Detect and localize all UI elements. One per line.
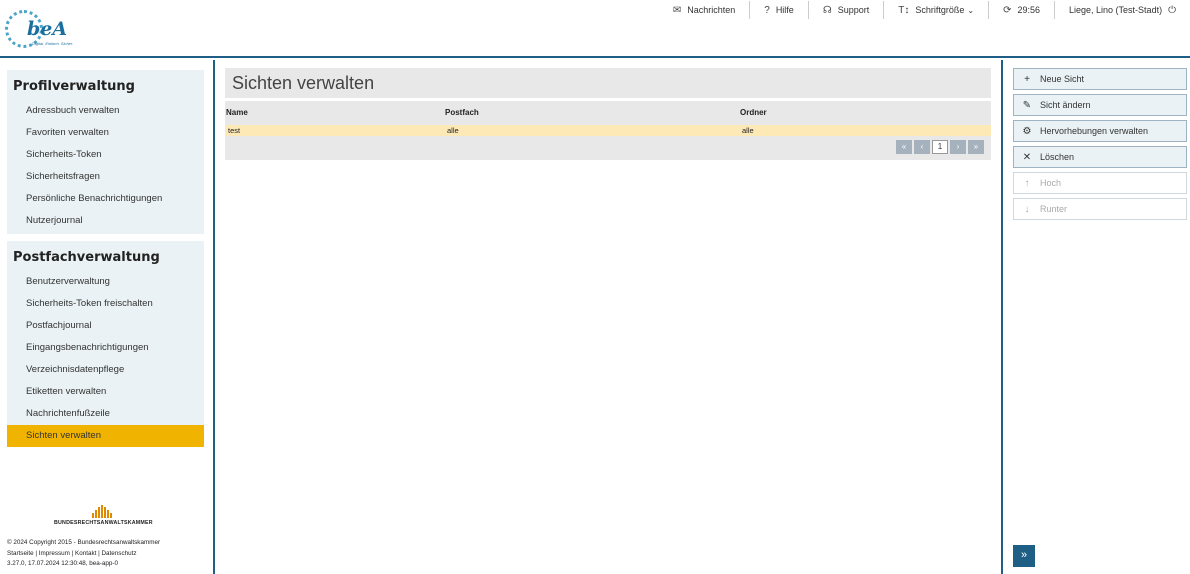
delete-label: Löschen	[1040, 152, 1075, 162]
brak-logo: BUNDESRECHTSANWALTSKAMMER	[54, 505, 158, 529]
font-size-icon: T↕	[898, 4, 910, 16]
chevron-down-icon: ⌄	[967, 5, 975, 15]
delete-button[interactable]: ✕ Löschen	[1013, 146, 1187, 168]
close-icon: ✕	[1022, 151, 1032, 163]
cell-name: test	[228, 126, 241, 135]
user-logout[interactable]: Liege, Lino (Test-Stadt) ⏻	[1054, 1, 1190, 19]
plus-icon: +	[1024, 73, 1030, 85]
edit-view-button[interactable]: ✎ Sicht ändern	[1013, 94, 1187, 116]
brak-logo-bars	[92, 505, 112, 518]
header: beA Digital. Einfach. Sicher. ✉ Nachrich…	[0, 0, 1190, 58]
sidebar-item-postfachjournal[interactable]: Postfachjournal	[7, 315, 204, 337]
sidebar-item-benachrichtigungen[interactable]: Persönliche Benachrichtigungen	[7, 188, 204, 210]
footer-links[interactable]: Startseite | Impressum | Kontakt | Daten…	[7, 549, 160, 560]
arrow-down-icon: ↓	[1024, 203, 1030, 215]
session-timer[interactable]: ⟳ 29:56	[988, 1, 1054, 19]
page-title-bar: Sichten verwalten	[225, 68, 991, 98]
cell-postfach: alle	[447, 126, 459, 135]
help-icon: ?	[764, 4, 770, 16]
collapse-sidebar-button[interactable]: »	[1013, 545, 1035, 567]
column-header-postfach[interactable]: Postfach	[445, 108, 479, 117]
sidebar-item-sicherheits-token[interactable]: Sicherheits-Token	[7, 144, 204, 166]
next-page-button[interactable]: ›	[950, 140, 966, 154]
new-view-button[interactable]: + Neue Sicht	[1013, 68, 1187, 90]
sidebar-item-eingangsbenachrichtigungen[interactable]: Eingangsbenachrichtigungen	[7, 337, 204, 359]
refresh-icon: ⟳	[1003, 4, 1012, 16]
nav-help[interactable]: ? Hilfe	[749, 1, 808, 19]
profile-panel: Profilverwaltung Adressbuch verwalten Fa…	[7, 70, 204, 234]
left-sidebar: Profilverwaltung Adressbuch verwalten Fa…	[0, 60, 215, 574]
action-sidebar: + Neue Sicht ✎ Sicht ändern ⚙ Hervorhebu…	[1001, 60, 1190, 574]
column-header-name[interactable]: Name	[226, 108, 248, 117]
sidebar-item-benutzerverwaltung[interactable]: Benutzerverwaltung	[7, 271, 204, 293]
table-row[interactable]: test alle alle	[225, 125, 991, 136]
brak-logo-text: BUNDESRECHTSANWALTSKAMMER	[54, 520, 153, 526]
logo-tagline: Digital. Einfach. Sicher.	[32, 41, 74, 46]
cell-ordner: alle	[742, 126, 754, 135]
nav-support-label: Support	[837, 5, 870, 15]
current-page[interactable]: 1	[932, 140, 948, 154]
version-text: 3.27.0, 17.07.2024 12:30:48, bea-app-0	[7, 560, 118, 567]
move-up-label: Hoch	[1040, 178, 1062, 188]
session-timer-label: 29:56	[1017, 5, 1041, 15]
sidebar-item-etiketten[interactable]: Etiketten verwalten	[7, 381, 204, 403]
nav-messages[interactable]: ✉ Nachrichten	[659, 1, 749, 19]
main-content: Sichten verwalten Name Postfach Ordner t…	[217, 60, 1001, 574]
sidebar-item-nutzerjournal[interactable]: Nutzerjournal	[7, 210, 204, 232]
move-up-button[interactable]: ↑ Hoch	[1013, 172, 1187, 194]
mailbox-panel-title: Postfachverwaltung	[13, 250, 160, 265]
headset-icon: ☊	[822, 4, 832, 16]
move-down-label: Runter	[1040, 204, 1068, 214]
sidebar-item-favoriten[interactable]: Favoriten verwalten	[7, 122, 204, 144]
pagination: « ‹ 1 › »	[896, 140, 984, 154]
column-header-ordner[interactable]: Ordner	[740, 108, 767, 117]
copyright-text: © 2024 Copyright 2015 - Bundesrechtsanwa…	[7, 539, 161, 546]
first-page-button[interactable]: «	[896, 140, 912, 154]
mailbox-panel: Postfachverwaltung Benutzerverwaltung Si…	[7, 241, 204, 447]
page-title: Sichten verwalten	[232, 73, 375, 93]
nav-font-size[interactable]: T↕ Schriftgröße ⌄	[883, 1, 988, 19]
prev-page-button[interactable]: ‹	[914, 140, 930, 154]
arrow-up-icon: ↑	[1024, 177, 1030, 189]
user-name: Liege, Lino (Test-Stadt)	[1069, 5, 1163, 15]
nav-font-size-label: Schriftgröße	[915, 5, 965, 15]
nav-messages-label: Nachrichten	[687, 5, 736, 15]
sidebar-item-verzeichnisdatenpflege[interactable]: Verzeichnisdatenpflege	[7, 359, 204, 381]
logo-text: beA	[27, 18, 68, 40]
envelope-icon: ✉	[672, 4, 682, 16]
pencil-icon: ✎	[1022, 99, 1032, 111]
sidebar-item-nachrichtenfusszeile[interactable]: Nachrichtenfußzeile	[7, 403, 204, 425]
new-view-label: Neue Sicht	[1040, 74, 1085, 84]
manage-highlights-label: Hervorhebungen verwalten	[1040, 126, 1149, 136]
profile-panel-title: Profilverwaltung	[13, 79, 135, 94]
gear-icon: ⚙	[1022, 125, 1032, 137]
nav-support[interactable]: ☊ Support	[807, 1, 883, 19]
footer-info: © 2024 Copyright 2015 - Bundesrechtsanwa…	[7, 538, 160, 570]
move-down-button[interactable]: ↓ Runter	[1013, 198, 1187, 220]
sidebar-item-adressbuch[interactable]: Adressbuch verwalten	[7, 100, 204, 122]
last-page-button[interactable]: »	[968, 140, 984, 154]
sidebar-item-sichten-verwalten[interactable]: Sichten verwalten	[7, 425, 204, 447]
views-table: Name Postfach Ordner test alle alle « ‹ …	[225, 101, 991, 160]
bea-logo[interactable]: beA Digital. Einfach. Sicher.	[5, 8, 75, 50]
nav-help-label: Hilfe	[775, 5, 794, 15]
power-icon: ⏻	[1168, 4, 1176, 16]
manage-highlights-button[interactable]: ⚙ Hervorhebungen verwalten	[1013, 120, 1187, 142]
sidebar-item-token-freischalten[interactable]: Sicherheits-Token freischalten	[7, 293, 204, 315]
sidebar-item-sicherheitsfragen[interactable]: Sicherheitsfragen	[7, 166, 204, 188]
edit-view-label: Sicht ändern	[1040, 100, 1091, 110]
top-navigation: ✉ Nachrichten ? Hilfe ☊ Support T↕ Schri…	[659, 0, 1190, 20]
